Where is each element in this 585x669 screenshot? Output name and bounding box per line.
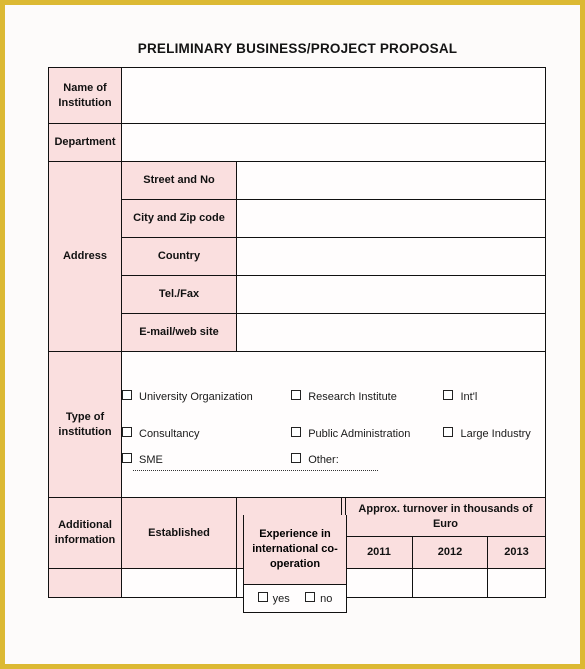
spacer-additional-information — [48, 568, 122, 598]
field-turnover-2013[interactable] — [486, 568, 547, 598]
checkbox-label: Other: — [308, 454, 339, 467]
checkbox-cell-intl[interactable]: Int'l — [443, 378, 545, 415]
checkbox-label: SME — [139, 454, 163, 467]
checkbox-experience-yes[interactable]: yes — [257, 592, 290, 605]
table-row-address-city: City and Zip code — [49, 199, 547, 238]
table-row-address-telfax: Tel./Fax — [49, 275, 547, 314]
checkbox-label: no — [320, 593, 333, 605]
document-page: PRELIMINARY BUSINESS/PROJECT PROPOSAL Na… — [0, 0, 585, 669]
label-department: Department — [48, 123, 122, 162]
checkbox-cell-other[interactable]: Other: — [291, 452, 545, 469]
checkbox-cell-research-institute[interactable]: Research Institute — [291, 378, 443, 415]
checkbox-experience-no[interactable]: no — [305, 592, 332, 605]
label-type-of-institution: Type of institution — [48, 351, 122, 498]
label-tel-fax: Tel./Fax — [121, 275, 237, 314]
field-department[interactable] — [120, 123, 547, 162]
table-row-address-email: E-mail/web site — [49, 313, 547, 352]
header-turnover-year-2013: 2013 — [486, 535, 547, 570]
experience-yes-no-cell: yes no — [243, 585, 347, 613]
table-row-name-of-institution: Name of Institution — [48, 67, 547, 124]
label-street-and-no: Street and No — [121, 161, 237, 200]
checkbox-intl[interactable]: Int'l — [443, 389, 477, 406]
checkbox-cell-consultancy[interactable]: Consultancy — [122, 415, 291, 452]
checkbox-cell-university[interactable]: University Organization — [122, 378, 291, 415]
checkbox-label: Research Institute — [308, 390, 397, 403]
other-dotted-input-line[interactable] — [133, 469, 378, 471]
checkbox-cell-sme[interactable]: SME — [122, 452, 291, 469]
checkbox-label: Public Administration — [308, 427, 411, 440]
checkbox-box-icon[interactable] — [291, 453, 302, 464]
field-country[interactable] — [235, 237, 547, 276]
field-street-and-no[interactable] — [235, 161, 547, 200]
field-turnover-2012[interactable] — [412, 568, 488, 598]
label-address: Address — [48, 161, 122, 352]
label-city-and-zip-code: City and Zip code — [121, 199, 237, 238]
field-tel-fax[interactable] — [235, 275, 547, 314]
checkbox-university-organization[interactable]: University Organization — [122, 389, 253, 406]
field-city-and-zip-code[interactable] — [235, 199, 547, 238]
other-input-cell[interactable] — [122, 469, 545, 471]
checkbox-other[interactable]: Other: — [291, 452, 339, 469]
header-turnover-year-2012: 2012 — [412, 535, 488, 570]
table-row-address-street: Address Street and No — [48, 161, 547, 352]
checkbox-consultancy[interactable]: Consultancy — [122, 426, 200, 443]
header-approx-turnover: Approx. turnover in thousands of Euro — [344, 497, 547, 537]
table-row-department: Department — [48, 123, 547, 162]
checkbox-label: Int'l — [460, 390, 478, 403]
other-input-row — [122, 469, 545, 471]
checkbox-box-icon[interactable] — [122, 453, 132, 464]
checkbox-research-institute[interactable]: Research Institute — [291, 389, 397, 406]
field-email-web-site[interactable] — [235, 313, 547, 352]
experience-column: Experience in international co-operation… — [243, 515, 347, 613]
checkbox-sme[interactable]: SME — [122, 452, 163, 469]
checkbox-grid: University Organization Research Institu… — [122, 378, 545, 471]
checkbox-cell-public-administration[interactable]: Public Administration — [291, 415, 443, 452]
label-country: Country — [121, 237, 237, 276]
table-row-address-country: Country — [49, 237, 547, 276]
checkbox-label: University Organization — [139, 390, 253, 403]
header-turnover-year-2011: 2011 — [345, 535, 413, 570]
field-name-of-institution[interactable] — [120, 67, 547, 124]
label-additional-information: Additional information — [48, 497, 122, 569]
checkbox-row-2: Consultancy Public Administration Large … — [122, 415, 545, 452]
checkbox-box-icon[interactable] — [122, 389, 132, 400]
checkbox-box-icon[interactable] — [122, 426, 132, 437]
label-email-web-site: E-mail/web site — [121, 313, 237, 352]
checkbox-large-industry[interactable]: Large Industry — [443, 426, 531, 443]
field-turnover-2011[interactable] — [345, 568, 413, 598]
checkbox-box-icon[interactable] — [443, 426, 454, 437]
table-row-type-of-institution: Type of institution University Organizat… — [48, 351, 547, 498]
field-established[interactable] — [121, 568, 237, 598]
checkbox-public-administration[interactable]: Public Administration — [291, 426, 410, 443]
checkbox-box-icon[interactable] — [291, 426, 302, 437]
checkbox-row-1: University Organization Research Institu… — [122, 378, 545, 415]
type-of-institution-options: University Organization Research Institu… — [120, 351, 547, 498]
checkbox-label: Consultancy — [139, 427, 200, 440]
label-name-of-institution: Name of Institution — [48, 67, 122, 124]
header-experience-international-cooperation: Experience in international co-operation — [243, 515, 347, 585]
page-title: PRELIMINARY BUSINESS/PROJECT PROPOSAL — [137, 41, 458, 56]
checkbox-box-icon[interactable] — [443, 389, 454, 400]
page-canvas: PRELIMINARY BUSINESS/PROJECT PROPOSAL Na… — [5, 5, 580, 664]
checkbox-box-icon[interactable] — [305, 592, 316, 602]
checkbox-cell-large-industry[interactable]: Large Industry — [443, 415, 545, 452]
checkbox-box-icon[interactable] — [291, 389, 302, 400]
header-established: Established — [121, 497, 237, 569]
checkbox-box-icon[interactable] — [257, 592, 268, 602]
checkbox-row-3: SME Other: — [122, 452, 545, 469]
checkbox-label: Large Industry — [460, 427, 531, 440]
checkbox-label: yes — [272, 593, 290, 605]
